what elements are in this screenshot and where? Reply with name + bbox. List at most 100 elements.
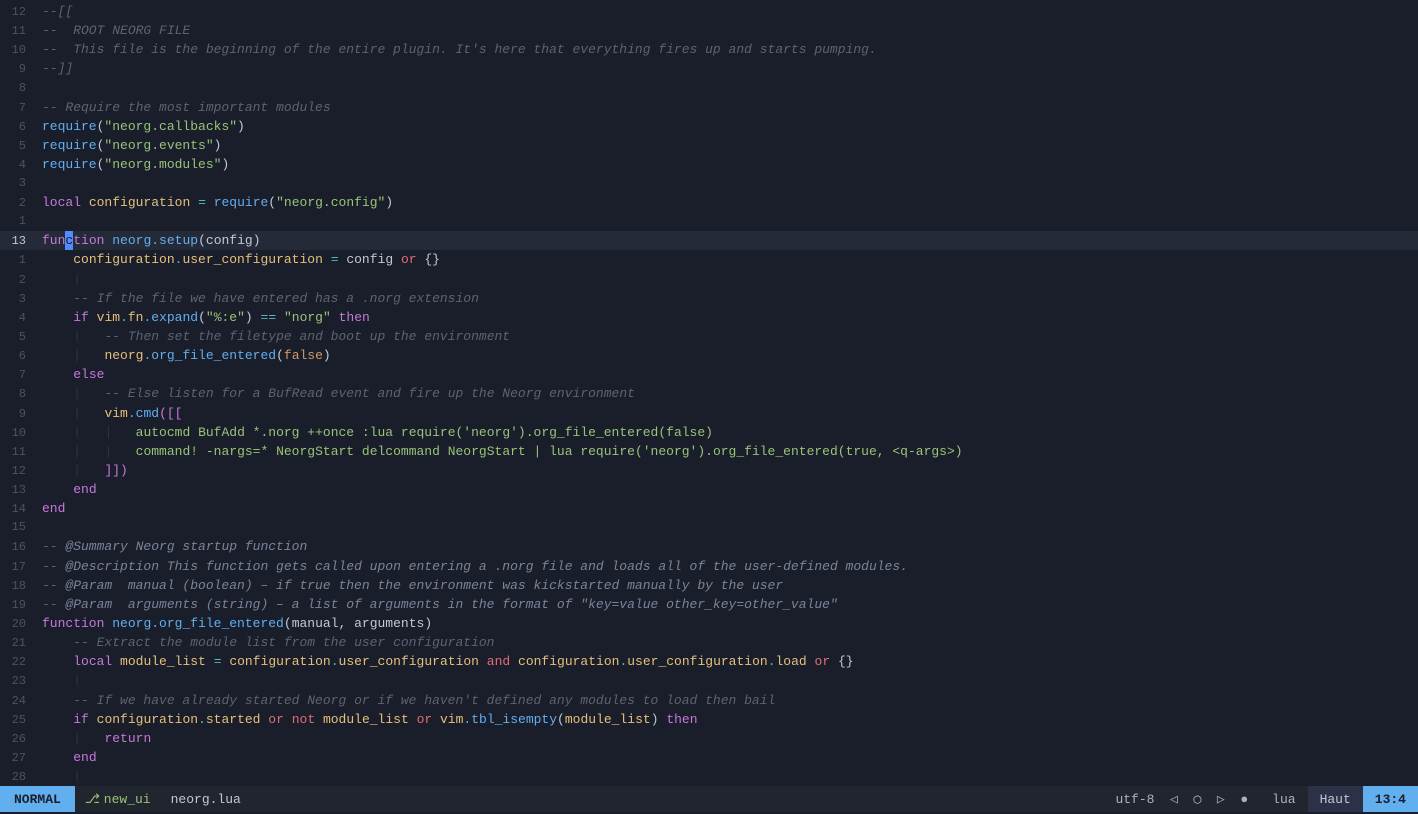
line-content: | return xyxy=(36,729,1418,748)
line-number: 7 xyxy=(0,99,36,118)
line-number: 11 xyxy=(0,443,36,462)
line-number: 12 xyxy=(0,462,36,481)
line-content: end xyxy=(36,748,1418,767)
line-content: local module_list = configuration.user_c… xyxy=(36,652,1418,671)
line: 14 end xyxy=(0,499,1418,518)
line-number: 10 xyxy=(0,41,36,60)
line-number: 18 xyxy=(0,577,36,596)
line: 1 xyxy=(0,212,1418,231)
line: 6 require("neorg.callbacks") xyxy=(0,117,1418,136)
line-number: 4 xyxy=(0,309,36,328)
line-content: require("neorg.events") xyxy=(36,136,1418,155)
line-number: 3 xyxy=(0,290,36,309)
line: 5 | -- Then set the filetype and boot up… xyxy=(0,327,1418,346)
line-content: | xyxy=(36,270,1418,289)
line: 7 -- Require the most important modules xyxy=(0,98,1418,117)
line-number: 27 xyxy=(0,749,36,768)
line-content: end xyxy=(36,499,1418,518)
line-content: local configuration = require("neorg.con… xyxy=(36,193,1418,212)
line: 27 end xyxy=(0,748,1418,767)
line: 10 | | autocmd BufAdd *.norg ++once :lua… xyxy=(0,423,1418,442)
line-content: -- ROOT NEORG FILE xyxy=(36,21,1418,40)
line-number: 4 xyxy=(0,156,36,175)
line: 20 function neorg.org_file_entered(manua… xyxy=(0,614,1418,633)
line-number: 6 xyxy=(0,347,36,366)
line: 1 configuration.user_configuration = con… xyxy=(0,250,1418,269)
line: 8 xyxy=(0,79,1418,98)
line-content: | neorg.org_file_entered(false) xyxy=(36,346,1418,365)
status-encoding: utf-8 ◁ ◯ ▷ ● xyxy=(1103,792,1260,807)
line-number: 1 xyxy=(0,251,36,270)
line-number: 13 xyxy=(0,232,36,251)
line-number: 9 xyxy=(0,405,36,424)
statusbar: NORMAL ⎇ new_ui neorg.lua utf-8 ◁ ◯ ▷ ● … xyxy=(0,786,1418,812)
line-number: 15 xyxy=(0,518,36,537)
line-number: 26 xyxy=(0,730,36,749)
line: 9 --]] xyxy=(0,59,1418,78)
line-number: 10 xyxy=(0,424,36,443)
line-number: 8 xyxy=(0,79,36,98)
code-area: 12 --[[ 11 -- ROOT NEORG FILE 10 -- This… xyxy=(0,2,1418,786)
line-content: -- This file is the beginning of the ent… xyxy=(36,40,1418,59)
line: 21 -- Extract the module list from the u… xyxy=(0,633,1418,652)
branch-icon: ⎇ xyxy=(85,792,100,807)
line-content: | | autocmd BufAdd *.norg ++once :lua re… xyxy=(36,423,1418,442)
line-content: require("neorg.modules") xyxy=(36,155,1418,174)
line: 24 -- If we have already started Neorg o… xyxy=(0,691,1418,710)
line-content: require("neorg.callbacks") xyxy=(36,117,1418,136)
line-number: 6 xyxy=(0,118,36,137)
branch-name: new_ui xyxy=(104,792,151,807)
line-number: 2 xyxy=(0,271,36,290)
line: 12 --[[ xyxy=(0,2,1418,21)
line: 4 require("neorg.modules") xyxy=(0,155,1418,174)
line-content: -- @Param arguments (string) – a list of… xyxy=(36,595,1418,614)
line: 15 xyxy=(0,518,1418,537)
line-content: function neorg.org_file_entered(manual, … xyxy=(36,614,1418,633)
line: 16 -- @Summary Neorg startup function xyxy=(0,537,1418,556)
line-number: 11 xyxy=(0,22,36,41)
line-content: | xyxy=(36,671,1418,690)
line-content: -- Require the most important modules xyxy=(36,98,1418,117)
line-content: | ]]) xyxy=(36,461,1418,480)
line-content: function neorg.setup(config) xyxy=(36,231,1418,250)
line: 2 local configuration = require("neorg.c… xyxy=(0,193,1418,212)
line-number: 21 xyxy=(0,634,36,653)
line-content: -- @Summary Neorg startup function xyxy=(36,537,1418,556)
line-content: -- If we have already started Neorg or i… xyxy=(36,691,1418,710)
line: 5 require("neorg.events") xyxy=(0,136,1418,155)
line: 17 -- @Description This function gets ca… xyxy=(0,557,1418,576)
line-content: --]] xyxy=(36,59,1418,78)
line: 4 if vim.fn.expand("%:e") == "norg" then xyxy=(0,308,1418,327)
line-number: 25 xyxy=(0,711,36,730)
line-number: 2 xyxy=(0,194,36,213)
line-number: 24 xyxy=(0,692,36,711)
line-number: 22 xyxy=(0,653,36,672)
line-content: --[[ xyxy=(36,2,1418,21)
line: 18 -- @Param manual (boolean) – if true … xyxy=(0,576,1418,595)
line-number: 28 xyxy=(0,768,36,786)
line-number: 5 xyxy=(0,137,36,156)
line: 10 -- This file is the beginning of the … xyxy=(0,40,1418,59)
current-line: 13 function neorg.setup(config) xyxy=(0,231,1418,250)
line-content: | | command! -nargs=* NeorgStart delcomm… xyxy=(36,442,1418,461)
line-content: if vim.fn.expand("%:e") == "norg" then xyxy=(36,308,1418,327)
line: 23 | xyxy=(0,671,1418,690)
line-number: 13 xyxy=(0,481,36,500)
line-content: | -- Then set the filetype and boot up t… xyxy=(36,327,1418,346)
line-content: -- Extract the module list from the user… xyxy=(36,633,1418,652)
status-position: 13:4 xyxy=(1363,786,1418,812)
line-content: -- If the file we have entered has a .no… xyxy=(36,289,1418,308)
line-content: -- @Description This function gets calle… xyxy=(36,557,1418,576)
line-number: 9 xyxy=(0,60,36,79)
line-number: 14 xyxy=(0,500,36,519)
line: 19 -- @Param arguments (string) – a list… xyxy=(0,595,1418,614)
line: 8 | -- Else listen for a BufRead event a… xyxy=(0,384,1418,403)
line: 9 | vim.cmd([[ xyxy=(0,404,1418,423)
status-filetype: lua xyxy=(1260,792,1307,807)
line-number: 23 xyxy=(0,672,36,691)
line-content: else xyxy=(36,365,1418,384)
line: 25 if configuration.started or not modul… xyxy=(0,710,1418,729)
line: 12 | ]]) xyxy=(0,461,1418,480)
line-content: configuration.user_configuration = confi… xyxy=(36,250,1418,269)
line: 22 local module_list = configuration.use… xyxy=(0,652,1418,671)
